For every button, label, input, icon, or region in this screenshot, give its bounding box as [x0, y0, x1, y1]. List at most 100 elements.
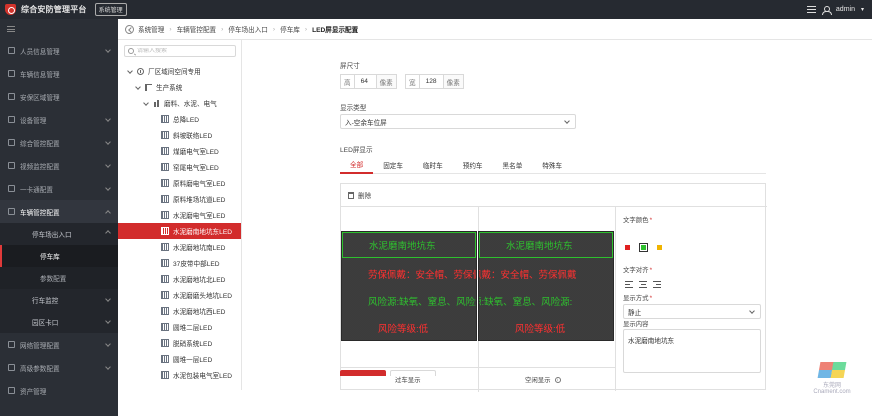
- tree-node-root[interactable]: 厂区域间空间专用: [118, 63, 241, 79]
- breadcrumb-item[interactable]: 车辆管控配置: [177, 24, 217, 34]
- led-screen-icon: [161, 243, 169, 251]
- tree-node-led[interactable]: 斜坡联络LED: [118, 127, 241, 143]
- tree-node-led[interactable]: 水泥磨地坑南LED: [118, 239, 241, 255]
- user-icon[interactable]: [821, 5, 832, 15]
- tree-node-led[interactable]: 煤磨电气室LED: [118, 143, 241, 159]
- expand-arrow-icon[interactable]: [128, 69, 133, 74]
- preview-footer-divider: [341, 367, 615, 368]
- tree-search-box[interactable]: [124, 45, 236, 57]
- color-swatch-yellow[interactable]: [655, 243, 664, 252]
- tree-node-system[interactable]: 生产系统: [118, 79, 241, 95]
- tree-node-led[interactable]: 水泥包装电气室LED: [118, 367, 241, 383]
- sidebar-item-person[interactable]: 人员信息管理: [0, 39, 118, 62]
- tree-node-led[interactable]: 原料磨电气室LED: [118, 175, 241, 191]
- tree-node-led[interactable]: 原料堆场坑道LED: [118, 191, 241, 207]
- display-mode-select[interactable]: 静止: [623, 304, 761, 319]
- device-icon: [8, 116, 15, 123]
- color-swatch-red[interactable]: [623, 243, 632, 252]
- sidebar-item-device[interactable]: 设备管理: [0, 108, 118, 131]
- tab-fixed[interactable]: 固定车: [373, 156, 413, 174]
- align-center-icon[interactable]: [639, 281, 647, 288]
- tab-temporary[interactable]: 临时车: [413, 156, 453, 174]
- app-title: 综合安防管理平台: [21, 5, 87, 14]
- expand-arrow-icon[interactable]: [136, 85, 141, 90]
- tab-blacklist[interactable]: 黑名单: [493, 156, 533, 174]
- breadcrumb-separator: ›: [221, 25, 224, 33]
- color-swatch-green[interactable]: [639, 243, 648, 252]
- tree-node-label: 圆堆二层LED: [173, 325, 213, 332]
- display-type-select[interactable]: 入-空余车位屏: [340, 114, 576, 129]
- sidebar-sub-label: 行车监控: [32, 298, 59, 305]
- sidebar-sub-traffic[interactable]: 行车监控: [0, 289, 118, 311]
- height-field[interactable]: 高 64 像素: [340, 74, 397, 89]
- sidebar-toggle[interactable]: [0, 19, 118, 39]
- tree-node-label: 原料磨电气室LED: [173, 181, 226, 188]
- led-line-risk-level: 风险等级:低: [378, 324, 429, 335]
- tab-reserved[interactable]: 预约车: [453, 156, 493, 174]
- watermark-text: 东莞网: [822, 383, 841, 389]
- tree-node-led[interactable]: 水泥磨磨头地坑LED: [118, 287, 241, 303]
- sidebar-item-integrated-control[interactable]: 综合管控配置: [0, 131, 118, 154]
- sidebar-sub-label: 参数配置: [40, 276, 67, 283]
- tree-search-input[interactable]: [137, 48, 227, 54]
- tab-special[interactable]: 特殊车: [532, 156, 572, 174]
- led-preview-idle[interactable]: 水泥磨南地坑东 劳保佩戴：安全帽、劳保佩戴 风险源:缺氧、窒息、风险源: 风险等…: [478, 231, 614, 341]
- breadcrumb-item[interactable]: 停车库: [280, 24, 300, 34]
- sidebar-sub-params[interactable]: 参数配置: [0, 267, 118, 289]
- info-icon[interactable]: i: [554, 376, 561, 383]
- save-button[interactable]: [340, 370, 386, 376]
- breadcrumb-separator: ›: [169, 25, 172, 33]
- back-arrow-icon[interactable]: [125, 24, 134, 34]
- tree-node-label: 水泥磨地坑北LED: [173, 277, 226, 284]
- sidebar-item-advanced[interactable]: 高级参数配置: [0, 356, 118, 379]
- width-field[interactable]: 宽 128 像素: [405, 74, 464, 89]
- tree-node-led-selected[interactable]: 水泥磨南地坑东LED: [118, 223, 241, 239]
- username[interactable]: admin: [836, 6, 855, 13]
- gear-icon: [8, 364, 15, 371]
- led-screen-icon: [161, 323, 169, 331]
- led-display-label: LED屏显示: [340, 147, 373, 154]
- height-value[interactable]: 64: [353, 75, 377, 88]
- chevron-down-icon: [105, 296, 111, 302]
- sidebar-item-label: 视频监控配置: [20, 163, 60, 171]
- sidebar-sub-parking-io[interactable]: 停车场出入口: [0, 223, 118, 245]
- expand-arrow-icon[interactable]: [144, 101, 149, 106]
- sidebar-item-card[interactable]: 一卡通配置: [0, 177, 118, 200]
- breadcrumb-item[interactable]: 停车场出入口: [228, 24, 268, 34]
- tree-node-led[interactable]: 窑尾电气室LED: [118, 159, 241, 175]
- network-icon: [8, 341, 15, 348]
- tree-node-led[interactable]: 37皮带中部LED: [118, 255, 241, 271]
- sidebar-item-vehicle-control[interactable]: 车辆管控配置: [0, 200, 118, 223]
- align-left-icon[interactable]: [625, 281, 633, 288]
- width-value[interactable]: 128: [418, 75, 444, 88]
- tree-node-led[interactable]: 水泥磨地坑西LED: [118, 303, 241, 319]
- cancel-button[interactable]: [390, 370, 436, 376]
- tree-node-led[interactable]: 圆堆一层LED: [118, 351, 241, 367]
- menu-list-icon[interactable]: [806, 6, 816, 13]
- sidebar-item-label: 车辆信息管理: [20, 71, 60, 79]
- sidebar-item-security-area[interactable]: 安保区域管理: [0, 85, 118, 108]
- chevron-down-icon[interactable]: ▾: [861, 6, 864, 13]
- tree-node-garage[interactable]: 磨料、水泥、电气: [118, 95, 241, 111]
- tree-node-led[interactable]: 水泥磨地坑北LED: [118, 271, 241, 287]
- tab-all[interactable]: 全部: [340, 156, 374, 174]
- sidebar-item-vehicle[interactable]: 车辆信息管理: [0, 62, 118, 85]
- led-preview-pass[interactable]: 水泥磨南地坑东 劳保佩戴：安全帽、劳保佩戴 风险源:缺氧、窒息、风险源: 风险等…: [341, 231, 477, 341]
- tree-node-led[interactable]: 圆堆二层LED: [118, 319, 241, 335]
- sidebar-item-network[interactable]: 网络管理配置: [0, 333, 118, 356]
- tree-node-led[interactable]: 脱硝系统LED: [118, 335, 241, 351]
- sidebar-item-video[interactable]: 视频监控配置: [0, 154, 118, 177]
- sidebar-sub-garage[interactable]: 停车库: [0, 245, 118, 267]
- delete-button[interactable]: 删除: [348, 190, 371, 200]
- tree-node-led[interactable]: 总降LED: [118, 111, 241, 127]
- led-screen-icon: [161, 291, 169, 299]
- control-icon: [8, 139, 15, 146]
- display-content-textarea[interactable]: 水泥磨南地坑东: [623, 329, 761, 373]
- tree-node-label: 水泥包装电气室LED: [173, 373, 232, 380]
- sidebar-sub-gate[interactable]: 园区卡口: [0, 311, 118, 333]
- sidebar-item-asset[interactable]: 资产管理: [0, 379, 118, 402]
- align-right-icon[interactable]: [653, 281, 661, 288]
- system-management-button[interactable]: 系统管理: [94, 3, 127, 16]
- tree-node-led[interactable]: 水泥磨电气室LED: [118, 207, 241, 223]
- breadcrumb-item[interactable]: 系统管理: [138, 24, 164, 34]
